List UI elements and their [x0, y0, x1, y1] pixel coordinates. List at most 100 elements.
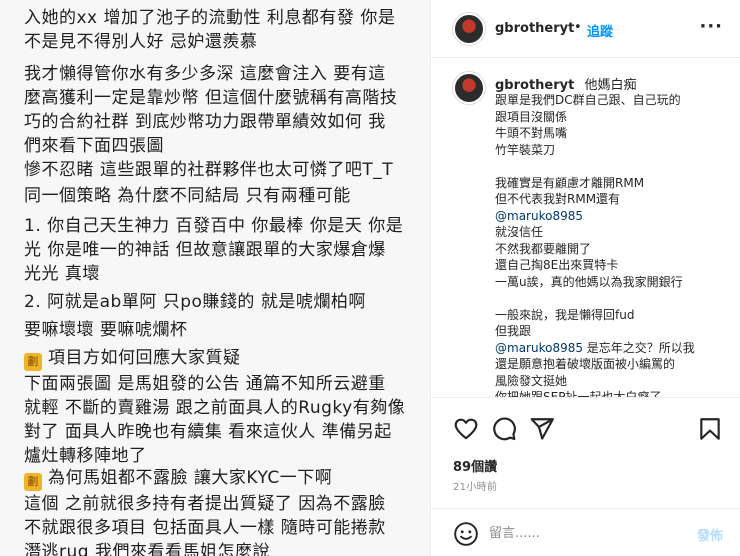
image-text: 光光 真壞: [24, 264, 100, 284]
image-text-line: 光 你是唯一的神話 但故意讓跟單的大家爆倉爆: [24, 238, 416, 262]
image-paragraph: 同一個策略 為什麼不同結局 只有兩種可能: [24, 184, 416, 208]
image-text: 潛逃rug 我們來看看馬姐怎麼說: [24, 542, 270, 556]
post-side-panel: gbrotheryt • 追蹤 ··· gbrotheryt 他媽白痴 跟單是我…: [430, 0, 740, 556]
marker-icon: 劃: [24, 353, 42, 371]
caption-line: 就沒信任: [495, 225, 544, 239]
marker-icon: 劃: [24, 473, 42, 491]
caption-line: 但不代表我對RMM還有: [495, 192, 621, 206]
image-text-line: 光光 真壞: [24, 262, 416, 286]
caption-line: [495, 158, 731, 175]
image-paragraph: 入她的xx 增加了池子的流動性 利息都有發 你是 不是見不得別人好 忌妒還羨慕: [24, 6, 416, 54]
image-text-line: 2. 阿就是ab單阿 只po賺錢的 就是唬爛柏啊: [24, 290, 416, 314]
image-text-line: 入她的xx 增加了池子的流動性 利息都有發 你是: [24, 6, 416, 30]
heart-icon[interactable]: [453, 416, 479, 442]
image-text: 同一個策略 為什麼不同結局 只有兩種可能: [24, 186, 351, 206]
send-icon[interactable]: [529, 416, 555, 442]
image-text-line: 潛逃rug 我們來看看馬姐怎麼說: [24, 540, 416, 556]
image-text: 下面兩張圖 是馬姐發的公告 通篇不知所云避重: [24, 374, 386, 394]
post-comment-button[interactable]: 發佈: [697, 525, 723, 544]
caption-line: 一萬u誒，真的他媽以為我家開銀行: [495, 274, 683, 289]
image-text-line: 麼高獲利一定是靠炒幣 但這個什麼號稱有高階技: [24, 86, 416, 110]
image-text-line: 慘不忍睹 這些跟單的社群夥伴也太可憐了吧T_T: [24, 158, 416, 182]
image-text: 們來看下面四張圖: [24, 136, 164, 156]
caption-line: @maruko8985: [495, 208, 731, 225]
image-paragraph: 要嘛壞壞 要嘛唬爛杯: [24, 318, 416, 342]
image-paragraph: 劃為何馬姐都不露臉 讓大家KYC一下啊: [24, 466, 416, 491]
avatar[interactable]: [453, 13, 485, 45]
image-text: 2. 阿就是ab單阿 只po賺錢的 就是唬爛柏啊: [24, 292, 366, 312]
caption-line: 竹竿裝菜刀: [495, 142, 556, 157]
likes-count[interactable]: 89個讚: [453, 456, 497, 475]
image-paragraph: 下面兩張圖 是馬姐發的公告 通篇不知所云避重 就輕 不斷的賣雞湯 跟之前面具人的R…: [24, 372, 416, 468]
caption-line: 跟單是我們DC群自己跟、自己玩的: [495, 93, 681, 107]
caption-line: 我確實是有顧慮才離開RMM: [495, 175, 645, 190]
image-text: 光 你是唯一的神話 但故意讓跟單的大家爆倉爆: [24, 240, 386, 260]
follow-button[interactable]: 追蹤: [587, 21, 613, 40]
image-text-line: 就輕 不斷的賣雞湯 跟之前面具人的Rugky有夠像: [24, 396, 416, 420]
post-time[interactable]: 21小時前: [453, 478, 497, 493]
caption-line: 還是願意抱着破壞版面被小編罵的: [495, 357, 676, 371]
image-paragraph: 1. 你自己天生神力 百發百中 你最棒 你是天 你是光 你是唯一的神話 但故意讓…: [24, 214, 416, 286]
caption-line: 牛頭不對馬嘴: [495, 126, 568, 140]
caption-head: gbrotheryt 他媽白痴: [495, 74, 637, 93]
image-text: 我才懶得管你水有多少多深 這麼會注入 要有這: [24, 64, 386, 84]
image-text: 不就跟很多項目 包括面具人一樣 隨時可能捲款: [24, 518, 386, 538]
image-paragraph: 慘不忍睹 這些跟單的社群夥伴也太可憐了吧T_T: [24, 158, 416, 182]
mention-link[interactable]: @maruko8985: [495, 209, 583, 223]
action-bar: [431, 400, 740, 456]
caption-area[interactable]: gbrotheryt 他媽白痴 跟單是我們DC群自己跟、自己玩的 跟項目沒關係 牛頭…: [431, 58, 740, 398]
image-text: 就輕 不斷的賣雞湯 跟之前面具人的Rugky有夠像: [24, 398, 406, 418]
smiley-icon[interactable]: [453, 521, 479, 547]
image-text: 為何馬姐都不露臉 讓大家KYC一下啊: [48, 468, 333, 488]
image-text-line: 不就跟很多項目 包括面具人一樣 隨時可能捲款: [24, 516, 416, 540]
image-text-line: 我才懶得管你水有多少多深 這麼會注入 要有這: [24, 62, 416, 86]
caption-username[interactable]: gbrotheryt: [495, 78, 574, 93]
header-username[interactable]: gbrotheryt: [495, 21, 574, 36]
image-text-line: 同一個策略 為什麼不同結局 只有兩種可能: [24, 184, 416, 208]
more-options-button[interactable]: ···: [699, 16, 723, 37]
comment-icon[interactable]: [491, 416, 517, 442]
image-text: 爐灶轉移陣地了: [24, 446, 147, 466]
image-text: 慘不忍睹 這些跟單的社群夥伴也太可憐了吧T_T: [24, 160, 394, 180]
comment-input[interactable]: [489, 523, 679, 543]
caption-line: 跟項目沒關係: [495, 109, 568, 124]
caption-first-text: 他媽白痴: [584, 78, 637, 93]
comment-bar: 發佈: [431, 508, 740, 556]
image-paragraph: 2. 阿就是ab單阿 只po賺錢的 就是唬爛柏啊: [24, 290, 416, 314]
image-text-line: 對了 面具人昨晚也有續集 看來這伙人 準備另起: [24, 420, 416, 444]
image-text-line: 這個 之前就很多持有者提出質疑了 因為不露臉: [24, 492, 416, 516]
mention-link[interactable]: @maruko8985: [495, 341, 583, 355]
caption-line: 但我跟: [495, 324, 532, 338]
image-paragraph: 劃項目方如何回應大家質疑: [24, 346, 416, 371]
caption-line: 不然我都要離開了: [495, 241, 592, 256]
image-text-line: 爐灶轉移陣地了: [24, 444, 416, 468]
image-text-line: 不是見不得別人好 忌妒還羨慕: [24, 30, 416, 54]
image-text-line: 們來看下面四張圖: [24, 134, 416, 158]
image-text: 麼高獲利一定是靠炒幣 但這個什麼號稱有高階技: [24, 88, 398, 108]
image-text: 1. 你自己天生神力 百發百中 你最棒 你是天 你是: [24, 216, 404, 236]
caption-line: 你把她跟SEP扯一起也太白癡了: [495, 390, 662, 398]
post-image: 入她的xx 增加了池子的流動性 利息都有發 你是 不是見不得別人好 忌妒還羨慕我才…: [0, 0, 430, 556]
image-text: 這個 之前就很多持有者提出質疑了 因為不露臉: [24, 494, 386, 514]
caption-line: [495, 290, 731, 307]
image-text-line: 下面兩張圖 是馬姐發的公告 通篇不知所云避重: [24, 372, 416, 396]
image-text: 入她的xx 增加了池子的流動性 利息都有發 你是: [24, 8, 396, 28]
image-text: 要嘛壞壞 要嘛唬爛杯: [24, 320, 188, 340]
bookmark-icon[interactable]: [697, 416, 723, 442]
caption-text: 跟單是我們DC群自己跟、自己玩的 跟項目沒關係 牛頭不對馬嘴 竹竿裝菜刀我確實是有顧慮…: [495, 92, 731, 398]
caption-line: 風險發文挺她: [495, 373, 568, 388]
image-text-line: 巧的合約社群 到底炒幣功力跟帶單績效如何 我: [24, 110, 416, 134]
image-paragraph: 我才懶得管你水有多少多深 這麼會注入 要有這 麼高獲利一定是靠炒幣 但這個什麼號稱…: [24, 62, 416, 158]
image-text: 對了 面具人昨晚也有續集 看來這伙人 準備另起: [24, 422, 392, 442]
caption-line: 一般來說，我是懶得回fud: [495, 307, 635, 322]
image-text: 不是見不得別人好 忌妒還羨慕: [24, 32, 258, 52]
post-header: gbrotheryt • 追蹤 ···: [431, 0, 740, 58]
image-text: 項目方如何回應大家質疑: [48, 348, 241, 368]
caption-line: @maruko8985 是忘年之交？所以我: [495, 340, 695, 355]
separator-dot: •: [574, 20, 582, 35]
caption-avatar[interactable]: [453, 72, 485, 104]
image-text-line: 劃為何馬姐都不露臉 讓大家KYC一下啊: [24, 466, 416, 491]
image-text-line: 1. 你自己天生神力 百發百中 你最棒 你是天 你是: [24, 214, 416, 238]
caption-line: 還自己掏8E出來買特卡: [495, 258, 619, 272]
image-text-line: 劃項目方如何回應大家質疑: [24, 346, 416, 371]
